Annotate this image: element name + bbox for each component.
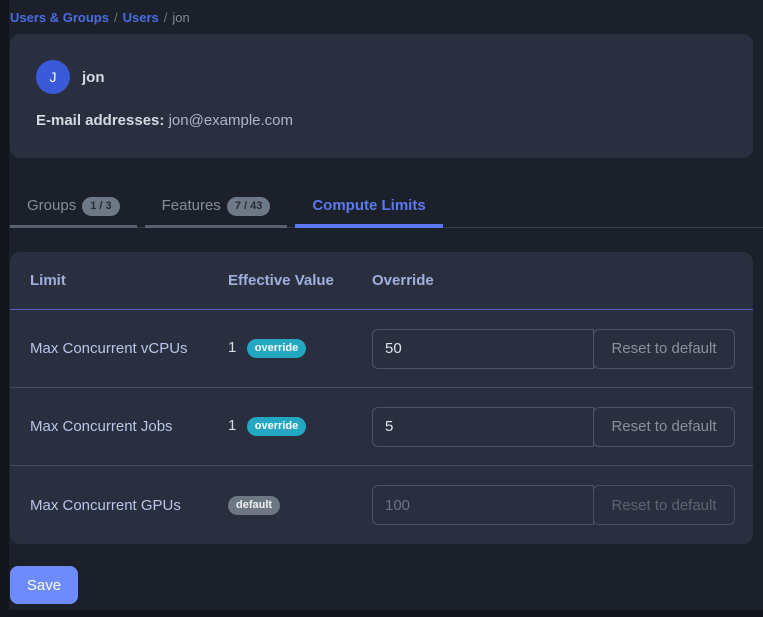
table-row: Max Concurrent Jobs 1 override Reset to … [10,388,753,466]
effective-value-badge: override [247,339,306,358]
effective-value: 1 [228,339,236,356]
effective-value-cell: 1 override [228,417,372,436]
tab-compute-limits[interactable]: Compute Limits [295,188,442,228]
reset-to-default-button: Reset to default [593,485,735,525]
breadcrumb-separator: / [114,10,118,25]
column-header-override: Override [372,272,733,289]
username: jon [82,69,105,86]
tab-features[interactable]: Features 7 / 43 [145,188,288,228]
user-card: J jon E-mail addresses: jon@example.com [10,34,753,158]
breadcrumb-link-users-and-groups[interactable]: Users & Groups [10,10,109,25]
override-input[interactable] [372,329,594,369]
override-cell: Reset to default [372,329,736,369]
table-body: Max Concurrent vCPUs 1 override Reset to… [10,310,753,544]
email-label: E-mail addresses: [36,112,164,129]
tab-bar: Groups 1 / 3 Features 7 / 43 Compute Limit… [10,188,763,228]
table-header-row: Limit Effective Value Override [10,252,753,310]
column-header-limit: Limit [30,272,228,289]
tab-groups-label: Groups [27,197,76,214]
email-line: E-mail addresses: jon@example.com [36,110,727,132]
tab-groups-count-badge: 1 / 3 [82,197,119,216]
effective-value-cell: 1 override [228,339,372,358]
override-input-group: Reset to default [372,407,736,447]
compute-limits-table: Limit Effective Value Override Max Concu… [10,252,753,544]
email-value: jon@example.com [169,112,293,129]
avatar: J [36,60,70,94]
breadcrumb-current-user: jon [172,10,189,25]
column-header-effective-value: Effective Value [228,272,372,289]
override-cell: Reset to default [372,407,736,447]
limit-name: Max Concurrent Jobs [30,418,228,435]
tab-features-count-badge: 7 / 43 [227,197,271,216]
reset-to-default-button[interactable]: Reset to default [593,329,735,369]
override-input-group: Reset to default [372,485,736,525]
effective-value-cell: default [228,496,372,515]
override-input-group: Reset to default [372,329,736,369]
reset-to-default-button[interactable]: Reset to default [593,407,735,447]
breadcrumb-separator: / [164,10,168,25]
effective-value: 1 [228,417,236,434]
override-input[interactable] [372,485,594,525]
tab-compute-limits-label: Compute Limits [312,197,425,214]
limit-name: Max Concurrent GPUs [30,497,228,514]
breadcrumb-link-users[interactable]: Users [123,10,159,25]
avatar-initial: J [50,69,57,85]
override-input[interactable] [372,407,594,447]
table-row: Max Concurrent vCPUs 1 override Reset to… [10,310,753,388]
user-header: J jon [36,60,727,94]
tab-groups[interactable]: Groups 1 / 3 [10,188,137,228]
limit-name: Max Concurrent vCPUs [30,340,228,357]
override-cell: Reset to default [372,485,736,525]
tab-features-label: Features [162,197,221,214]
table-row: Max Concurrent GPUs default Reset to def… [10,466,753,544]
save-button[interactable]: Save [10,566,78,604]
effective-value-badge: override [247,417,306,436]
breadcrumb: Users & Groups / Users / jon [9,0,763,26]
effective-value-badge: default [228,496,280,515]
